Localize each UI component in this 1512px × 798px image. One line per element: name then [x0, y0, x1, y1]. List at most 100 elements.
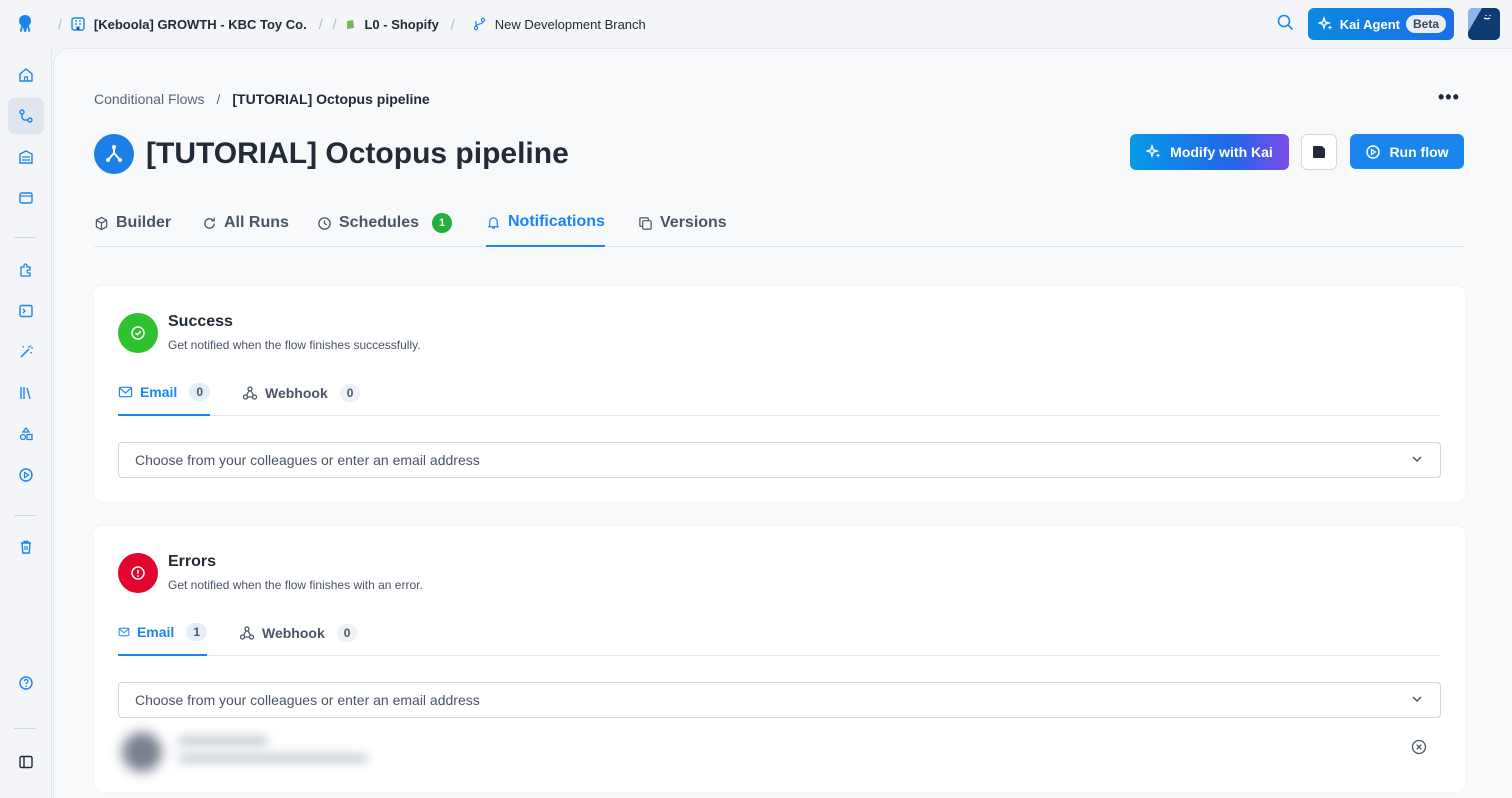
tab-webhook[interactable]: Webhook 0 — [239, 610, 358, 656]
tab-label: Builder — [116, 214, 172, 231]
sidebar-item-help[interactable] — [8, 665, 44, 701]
sidebar-item-templates[interactable] — [8, 375, 44, 411]
errors-notifications-card: Errors Get notified when the flow finish… — [94, 526, 1465, 792]
email-select-placeholder: Choose from your colleagues or enter an … — [135, 692, 480, 708]
breadcrumb-separator: / — [216, 91, 221, 107]
chevron-down-icon — [1410, 452, 1424, 469]
sidebar-item-flows[interactable] — [8, 98, 44, 134]
sidebar-item-trash[interactable] — [8, 529, 44, 565]
sidebar-divider — [14, 237, 36, 238]
email-select-placeholder: Choose from your colleagues or enter an … — [135, 452, 480, 468]
success-notifications-card: Success Get notified when the flow finis… — [94, 286, 1465, 502]
trash-icon — [21, 540, 31, 554]
kai-agent-button[interactable]: Kai Agent Beta — [1307, 8, 1454, 40]
copy-icon — [639, 216, 652, 230]
tab-versions[interactable]: Versions — [638, 199, 727, 247]
terminal-icon — [19, 304, 33, 318]
sidebar-item-jobs[interactable] — [8, 457, 44, 493]
tab-builder[interactable]: Builder — [94, 199, 171, 247]
main-content: Conditional Flows / [TUTORIAL] Octopus p… — [53, 48, 1512, 798]
sidebar-item-transformations[interactable] — [8, 293, 44, 329]
card-subtitle: Get notified when the flow finishes succ… — [168, 338, 421, 352]
tab-label: Notifications — [508, 213, 605, 230]
breadcrumb-parent[interactable]: Conditional Flows — [94, 91, 205, 107]
config-name: L0 - Shopify — [364, 16, 439, 32]
webhook-icon — [239, 626, 255, 640]
topbar-separator: / — [58, 16, 62, 32]
window-icon — [19, 192, 33, 204]
help-icon — [19, 676, 33, 690]
flow-icon — [19, 109, 33, 123]
play-circle-icon — [1366, 144, 1381, 159]
channel-tabs: Email 0 Webhook 0 — [118, 370, 1441, 416]
tab-webhook[interactable]: Webhook 0 — [242, 370, 361, 416]
tab-notifications[interactable]: Notifications — [486, 199, 605, 247]
page-title: [TUTORIAL] Octopus pipeline — [146, 137, 569, 170]
flow-tabs: Builder All Runs Schedules 1 Notificatio… — [94, 199, 1465, 247]
refresh-icon — [204, 217, 215, 229]
project-switcher[interactable]: [Keboola] GROWTH - KBC Toy Co. — [70, 16, 307, 32]
sidebar-item-workspaces[interactable] — [8, 180, 44, 216]
building-icon — [71, 17, 85, 31]
recipient-row — [118, 728, 1441, 772]
run-flow-button[interactable]: Run flow — [1350, 134, 1464, 169]
more-actions-button[interactable]: ••• — [1438, 87, 1460, 108]
email-recipient-select[interactable]: Choose from your colleagues or enter an … — [118, 682, 1441, 718]
tab-schedules[interactable]: Schedules 1 — [317, 199, 453, 247]
puzzle-icon — [20, 263, 31, 277]
card-title: Success — [168, 313, 233, 330]
top-bar: / [Keboola] GROWTH - KBC Toy Co. / / L0 … — [0, 0, 1512, 48]
search-icon[interactable] — [1276, 13, 1294, 36]
mail-icon — [118, 386, 133, 398]
mail-icon — [118, 627, 130, 637]
modify-with-kai-label: Modify with Kai — [1170, 144, 1273, 160]
sparkle-icon — [1317, 16, 1333, 31]
modify-with-kai-button[interactable]: Modify with Kai — [1130, 134, 1289, 170]
chevron-down-icon — [1410, 692, 1424, 709]
sidebar-divider — [14, 728, 36, 729]
home-icon — [19, 68, 33, 82]
error-alert-icon — [118, 553, 158, 593]
shopify-icon — [347, 20, 355, 29]
sidebar-toggle[interactable] — [8, 744, 44, 780]
branch-switcher[interactable]: New Development Branch — [473, 17, 646, 32]
sidebar-divider — [14, 515, 36, 516]
recipient-email-redacted — [178, 754, 368, 763]
email-count-badge: 1 — [186, 623, 207, 641]
remove-recipient-button[interactable] — [1411, 739, 1427, 760]
tab-label: Email — [139, 384, 178, 400]
sidebar-item-home[interactable] — [8, 57, 44, 93]
sidebar-item-storage[interactable] — [8, 139, 44, 175]
save-button[interactable] — [1301, 134, 1337, 170]
webhook-icon — [242, 386, 258, 400]
bell-icon — [487, 216, 500, 229]
tab-email[interactable]: Email 1 — [118, 610, 207, 656]
kai-agent-label: Kai Agent — [1339, 16, 1400, 32]
webhook-count-badge: 0 — [339, 384, 361, 402]
tab-all-runs[interactable]: All Runs — [202, 199, 289, 247]
user-avatar[interactable] — [1468, 8, 1500, 40]
flow-type-icon — [94, 134, 134, 174]
card-title: Errors — [168, 553, 217, 570]
tab-email[interactable]: Email 0 — [118, 370, 210, 416]
beta-badge: Beta — [1405, 15, 1446, 33]
sidebar-item-components[interactable] — [8, 252, 44, 288]
breadcrumb: Conditional Flows / [TUTORIAL] Octopus p… — [94, 91, 430, 107]
library-icon — [20, 387, 31, 400]
keboola-logo[interactable] — [0, 14, 50, 34]
recipient-name-redacted — [178, 736, 268, 746]
breadcrumb-current: [TUTORIAL] Octopus pipeline — [232, 91, 430, 107]
sidebar-item-ai[interactable] — [8, 334, 44, 370]
play-circle-icon — [19, 468, 33, 482]
save-icon — [1313, 146, 1325, 158]
schedules-count-badge: 1 — [432, 213, 453, 233]
close-circle-icon — [1411, 739, 1427, 755]
sidebar — [0, 48, 52, 798]
sparkle-icon — [1146, 144, 1161, 159]
shapes-icon — [19, 426, 33, 441]
branch-icon — [473, 17, 485, 31]
email-recipient-select[interactable]: Choose from your colleagues or enter an … — [118, 442, 1441, 478]
config-crumb[interactable]: L0 - Shopify — [344, 16, 439, 32]
sidebar-item-data-apps[interactable] — [8, 416, 44, 452]
tab-label: Email — [136, 624, 175, 640]
